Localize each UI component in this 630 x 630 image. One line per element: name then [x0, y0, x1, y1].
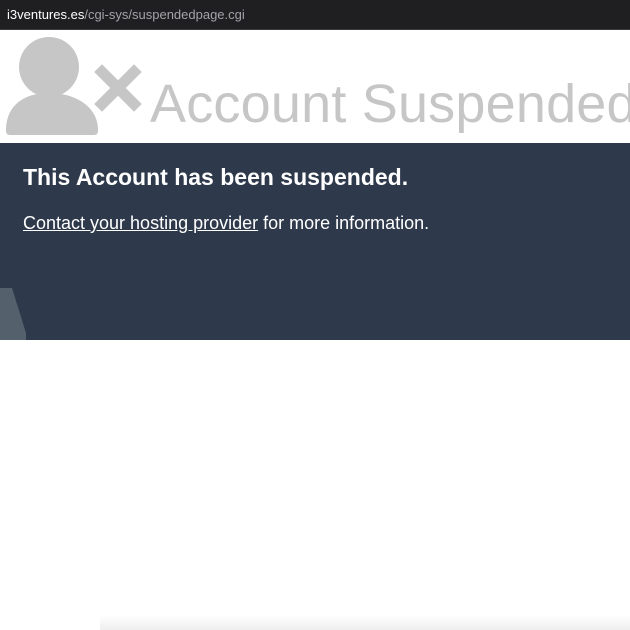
suspension-banner: This Account has been suspended. Contact…	[0, 143, 630, 340]
browser-url-bar[interactable]: i3ventures.es/cgi-sys/suspendedpage.cgi	[0, 0, 630, 30]
user-x-icon	[6, 37, 142, 135]
url-path: /cgi-sys/suspendedpage.cgi	[84, 7, 245, 22]
url-text[interactable]: i3ventures.es/cgi-sys/suspendedpage.cgi	[7, 7, 245, 23]
suspension-message: Contact your hosting provider for more i…	[23, 212, 429, 234]
bottom-shadow	[100, 615, 630, 630]
contact-hosting-provider-link[interactable]: Contact your hosting provider	[23, 213, 258, 233]
page-title: Account Suspended	[150, 74, 630, 134]
suspension-heading: This Account has been suspended.	[23, 164, 409, 190]
page-header: Account Suspended	[0, 30, 630, 143]
empty-content-area	[0, 340, 630, 630]
url-host: i3ventures.es	[7, 7, 85, 22]
message-suffix: for more information.	[258, 213, 430, 233]
